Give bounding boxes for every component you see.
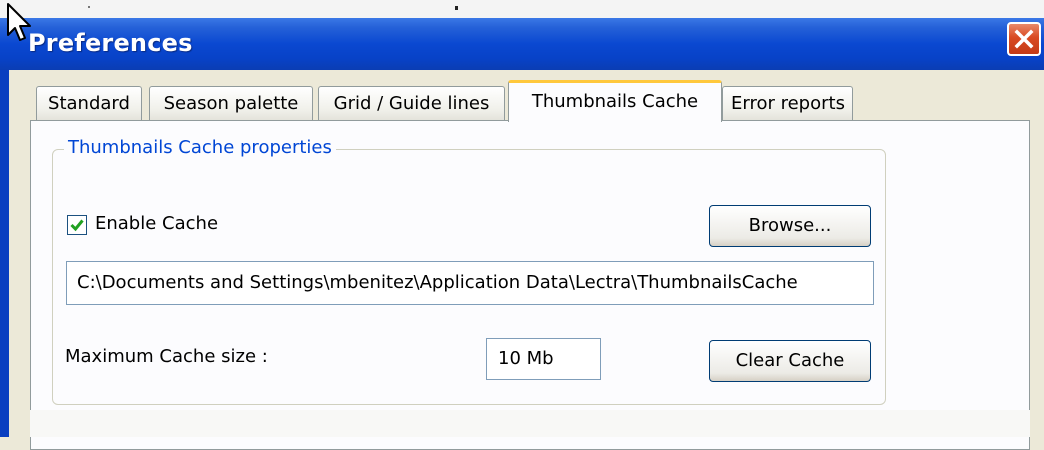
tab-standard[interactable]: Standard xyxy=(36,86,142,120)
mouse-cursor-icon xyxy=(7,3,31,41)
tab-season-palette[interactable]: Season palette xyxy=(149,86,313,120)
cache-path-field[interactable]: C:\Documents and Settings\mbenitez\Appli… xyxy=(66,261,874,305)
group-title: Thumbnails Cache properties xyxy=(64,137,336,158)
window-title: Preferences xyxy=(28,29,193,57)
tab-thumbnails-cache[interactable]: Thumbnails Cache xyxy=(508,80,722,122)
close-button[interactable] xyxy=(1007,22,1041,56)
check-icon xyxy=(70,219,84,232)
clear-cache-button[interactable]: Clear Cache xyxy=(709,340,871,382)
max-cache-size-field[interactable]: 10 Mb xyxy=(486,338,601,380)
window-border xyxy=(0,70,12,437)
background-mark xyxy=(455,6,458,10)
max-cache-size-label: Maximum Cache size : xyxy=(65,346,268,367)
enable-cache-checkbox[interactable] xyxy=(67,215,87,235)
panel-bottom xyxy=(30,410,1030,437)
title-bar[interactable]: Preferences xyxy=(0,18,1044,70)
background-mark xyxy=(88,6,90,8)
background-strip xyxy=(0,0,1044,18)
close-icon xyxy=(1014,29,1034,49)
tab-error-reports[interactable]: Error reports xyxy=(722,86,853,120)
browse-button[interactable]: Browse... xyxy=(709,205,871,247)
enable-cache-label[interactable]: Enable Cache xyxy=(95,213,218,234)
tab-grid-guide-lines[interactable]: Grid / Guide lines xyxy=(318,86,505,120)
